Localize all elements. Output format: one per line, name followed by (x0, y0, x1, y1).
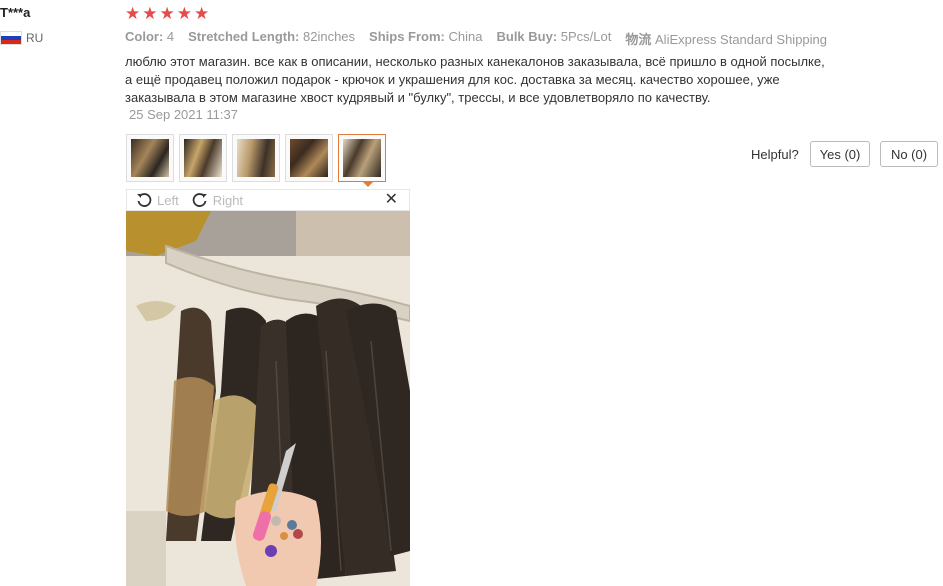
review-thumbnails (126, 134, 386, 182)
helpful-label: Helpful? (751, 147, 799, 162)
review-text: люблю этот магазин. все как в описании, … (125, 54, 825, 105)
helpful-yes-button[interactable]: Yes (0) (810, 141, 870, 167)
star-icon: ★ (125, 4, 141, 23)
russia-flag-icon (0, 31, 22, 45)
review-thumbnail-active[interactable] (338, 134, 386, 182)
reviewer-country: RU (0, 31, 43, 45)
star-icon: ★ (142, 4, 158, 23)
star-rating: ★ ★ ★ ★ ★ (125, 5, 209, 22)
star-icon: ★ (159, 4, 175, 23)
helpful-no-button[interactable]: No (0) (880, 141, 938, 167)
rotate-left-label: Left (157, 192, 179, 208)
review-thumbnail[interactable] (126, 134, 174, 182)
review-thumbnail[interactable] (232, 134, 280, 182)
review-date: 25 Sep 2021 11:37 (129, 107, 238, 122)
rotate-left-icon (137, 193, 152, 207)
rotate-right-label: Right (212, 192, 244, 208)
review-photo (126, 211, 410, 586)
review-photo-image (126, 211, 410, 586)
property-ships-from: Ships From: China (369, 29, 483, 44)
property-color: Color: 4 (125, 29, 175, 44)
country-code: RU (26, 31, 44, 45)
star-icon: ★ (176, 4, 192, 23)
active-thumbnail-caret-icon (362, 181, 374, 187)
review-thumbnail[interactable] (285, 134, 333, 182)
property-stretched-length: Stretched Length: 82inches (188, 29, 356, 44)
rotate-right-icon (192, 193, 207, 207)
close-icon[interactable]: ✕ (385, 192, 398, 208)
rotate-right-button[interactable]: Right (192, 192, 243, 208)
rotate-left-button[interactable]: Left (136, 192, 179, 208)
review-thumbnail[interactable] (179, 134, 227, 182)
star-icon: ★ (194, 4, 210, 23)
order-properties: Color: 4 Stretched Length: 82inches Ship… (125, 29, 827, 48)
property-bulk-buy: Bulk Buy: 5Pcs/Lot (496, 29, 612, 44)
image-viewer-toolbar: Left Right ✕ (126, 189, 410, 211)
reviewer-name: T***a (0, 5, 31, 20)
property-logistics: 物流 AliExpress Standard Shipping (625, 32, 828, 47)
